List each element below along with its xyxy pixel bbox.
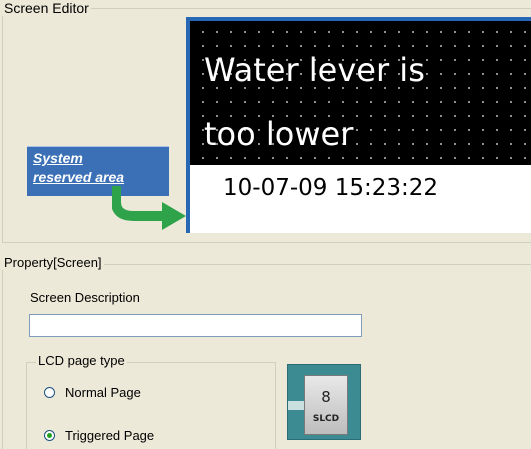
slcd-plate: 8 SLCD [304, 375, 348, 435]
curved-arrow-icon [112, 186, 186, 230]
screen-editor-title: Screen Editor [2, 0, 91, 16]
radio-button-normal[interactable] [44, 386, 55, 398]
reserved-area-line1: System [33, 150, 83, 166]
radio-normal-page[interactable]: Normal Page [44, 383, 141, 401]
property-title: Property[Screen] [2, 255, 104, 270]
screen-editor-window: Screen Editor System reserved area Water… [0, 0, 531, 449]
slcd-number: 8 [321, 388, 331, 406]
screen-description-input[interactable] [29, 314, 362, 337]
lcd-display-area[interactable]: Water lever is too lower [190, 21, 531, 165]
lcd-preview[interactable]: Water lever is too lower 10-07-09 15:23:… [186, 17, 531, 233]
lcd-datetime: 10-07-09 15:23:22 [223, 175, 439, 201]
lcd-text-line-2: too lower [204, 115, 354, 153]
reserved-area-line2: reserved area [33, 169, 125, 185]
radio-triggered-page[interactable]: Triggered Page [44, 426, 154, 444]
slcd-icon[interactable]: 8 SLCD [287, 364, 361, 440]
radio-label-normal: Normal Page [65, 384, 141, 400]
slcd-text: SLCD [312, 414, 340, 424]
radio-button-triggered[interactable] [44, 429, 55, 441]
lcd-reserved-area: 10-07-09 15:23:22 [190, 165, 531, 233]
lcd-page-type-title: LCD page type [36, 353, 127, 368]
lcd-text-line-1: Water lever is [204, 51, 425, 89]
screen-description-label: Screen Description [30, 290, 140, 305]
radio-label-triggered: Triggered Page [65, 427, 155, 443]
